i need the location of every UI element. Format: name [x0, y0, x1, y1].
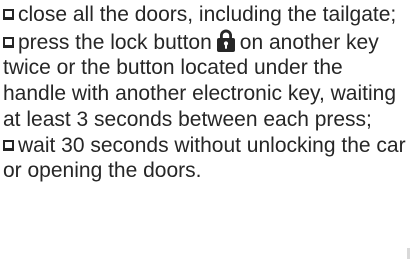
instruction-text-before-icon: press the lock button — [18, 30, 212, 54]
instruction-text: wait 30 seconds without unlocking the ca… — [3, 133, 406, 183]
instruction-item-2: press the lock button on another key twi… — [3, 28, 408, 133]
checkbox-bullet-icon — [3, 139, 14, 151]
instruction-text: close all the doors, including the tailg… — [18, 3, 397, 26]
checkbox-bullet-icon — [3, 36, 14, 48]
instruction-text-block: close all the doors, including the tailg… — [0, 0, 410, 259]
instruction-item-3: wait 30 seconds without unlocking the ca… — [3, 133, 408, 184]
padlock-icon — [215, 28, 237, 52]
instruction-item-1: close all the doors, including the tailg… — [3, 2, 408, 28]
checkbox-bullet-icon — [3, 9, 14, 20]
